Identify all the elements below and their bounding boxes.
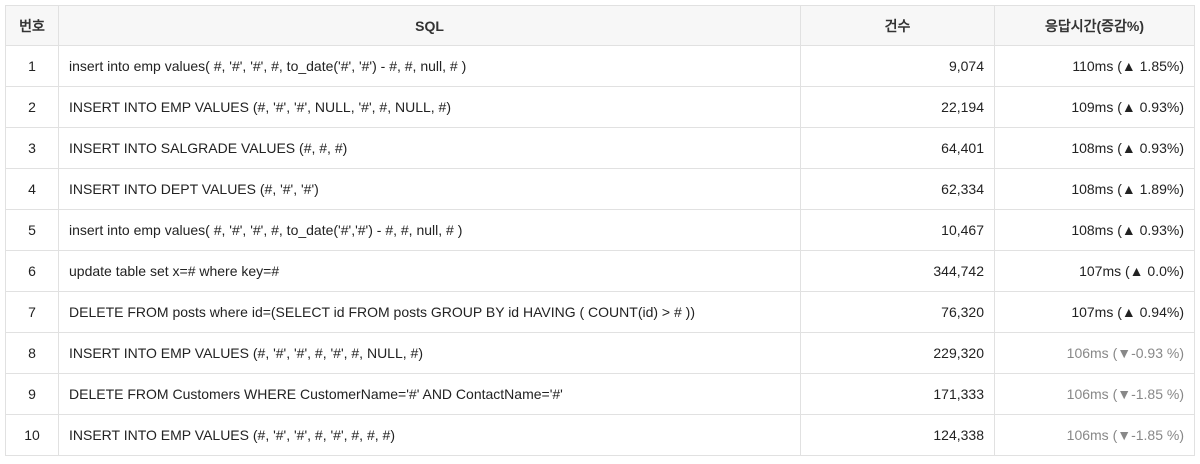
row-count: 10,467 (800, 209, 995, 251)
sql-response-table-container: 번호 SQL 건수 응답시간(증감%) 1 insert into emp va… (5, 5, 1195, 456)
row-num: 8 (5, 332, 59, 374)
row-sql: INSERT INTO EMP VALUES (#, '#', '#', #, … (58, 332, 801, 374)
table-body: 1 insert into emp values( #, '#', '#', #… (5, 45, 1195, 456)
row-response-time: 109ms (▲ 0.93%) (994, 86, 1195, 128)
header-response-time[interactable]: 응답시간(증감%) (994, 5, 1195, 46)
table-row[interactable]: 7 DELETE FROM posts where id=(SELECT id … (5, 291, 1195, 333)
table-row[interactable]: 8 INSERT INTO EMP VALUES (#, '#', '#', #… (5, 332, 1195, 374)
row-sql: insert into emp values( #, '#', '#', #, … (58, 45, 801, 87)
row-num: 6 (5, 250, 59, 292)
row-num: 2 (5, 86, 59, 128)
row-sql: update table set x=# where key=# (58, 250, 801, 292)
header-sql[interactable]: SQL (58, 5, 801, 46)
row-sql: DELETE FROM posts where id=(SELECT id FR… (58, 291, 801, 333)
row-response-time: 106ms (▼-1.85 %) (994, 373, 1195, 415)
row-num: 3 (5, 127, 59, 169)
row-sql: INSERT INTO EMP VALUES (#, '#', '#', NUL… (58, 86, 801, 128)
header-row: 번호 SQL 건수 응답시간(증감%) (5, 5, 1195, 46)
table-header: 번호 SQL 건수 응답시간(증감%) (5, 5, 1195, 46)
row-num: 4 (5, 168, 59, 210)
row-sql: INSERT INTO EMP VALUES (#, '#', '#', #, … (58, 414, 801, 456)
header-num[interactable]: 번호 (5, 5, 59, 46)
row-response-time: 108ms (▲ 0.93%) (994, 209, 1195, 251)
row-num: 9 (5, 373, 59, 415)
table-row[interactable]: 10 INSERT INTO EMP VALUES (#, '#', '#', … (5, 414, 1195, 456)
row-num: 10 (5, 414, 59, 456)
table-row[interactable]: 2 INSERT INTO EMP VALUES (#, '#', '#', N… (5, 86, 1195, 128)
table-row[interactable]: 9 DELETE FROM Customers WHERE CustomerNa… (5, 373, 1195, 415)
row-response-time: 106ms (▼-1.85 %) (994, 414, 1195, 456)
row-count: 64,401 (800, 127, 995, 169)
row-response-time: 107ms (▲ 0.94%) (994, 291, 1195, 333)
table-row[interactable]: 3 INSERT INTO SALGRADE VALUES (#, #, #) … (5, 127, 1195, 169)
row-sql: INSERT INTO DEPT VALUES (#, '#', '#') (58, 168, 801, 210)
row-count: 22,194 (800, 86, 995, 128)
table-row[interactable]: 6 update table set x=# where key=# 344,7… (5, 250, 1195, 292)
row-response-time: 106ms (▼-0.93 %) (994, 332, 1195, 374)
row-sql: DELETE FROM Customers WHERE CustomerName… (58, 373, 801, 415)
table-row[interactable]: 1 insert into emp values( #, '#', '#', #… (5, 45, 1195, 87)
table-row[interactable]: 4 INSERT INTO DEPT VALUES (#, '#', '#') … (5, 168, 1195, 210)
row-sql: insert into emp values( #, '#', '#', #, … (58, 209, 801, 251)
row-count: 344,742 (800, 250, 995, 292)
row-count: 9,074 (800, 45, 995, 87)
row-response-time: 108ms (▲ 1.89%) (994, 168, 1195, 210)
row-count: 76,320 (800, 291, 995, 333)
table-row[interactable]: 5 insert into emp values( #, '#', '#', #… (5, 209, 1195, 251)
row-count: 171,333 (800, 373, 995, 415)
row-num: 5 (5, 209, 59, 251)
header-count[interactable]: 건수 (800, 5, 995, 46)
row-response-time: 107ms (▲ 0.0%) (994, 250, 1195, 292)
row-response-time: 108ms (▲ 0.93%) (994, 127, 1195, 169)
row-num: 7 (5, 291, 59, 333)
row-count: 229,320 (800, 332, 995, 374)
row-response-time: 110ms (▲ 1.85%) (994, 45, 1195, 87)
row-sql: INSERT INTO SALGRADE VALUES (#, #, #) (58, 127, 801, 169)
row-count: 62,334 (800, 168, 995, 210)
row-num: 1 (5, 45, 59, 87)
row-count: 124,338 (800, 414, 995, 456)
sql-response-table: 번호 SQL 건수 응답시간(증감%) 1 insert into emp va… (5, 5, 1195, 456)
